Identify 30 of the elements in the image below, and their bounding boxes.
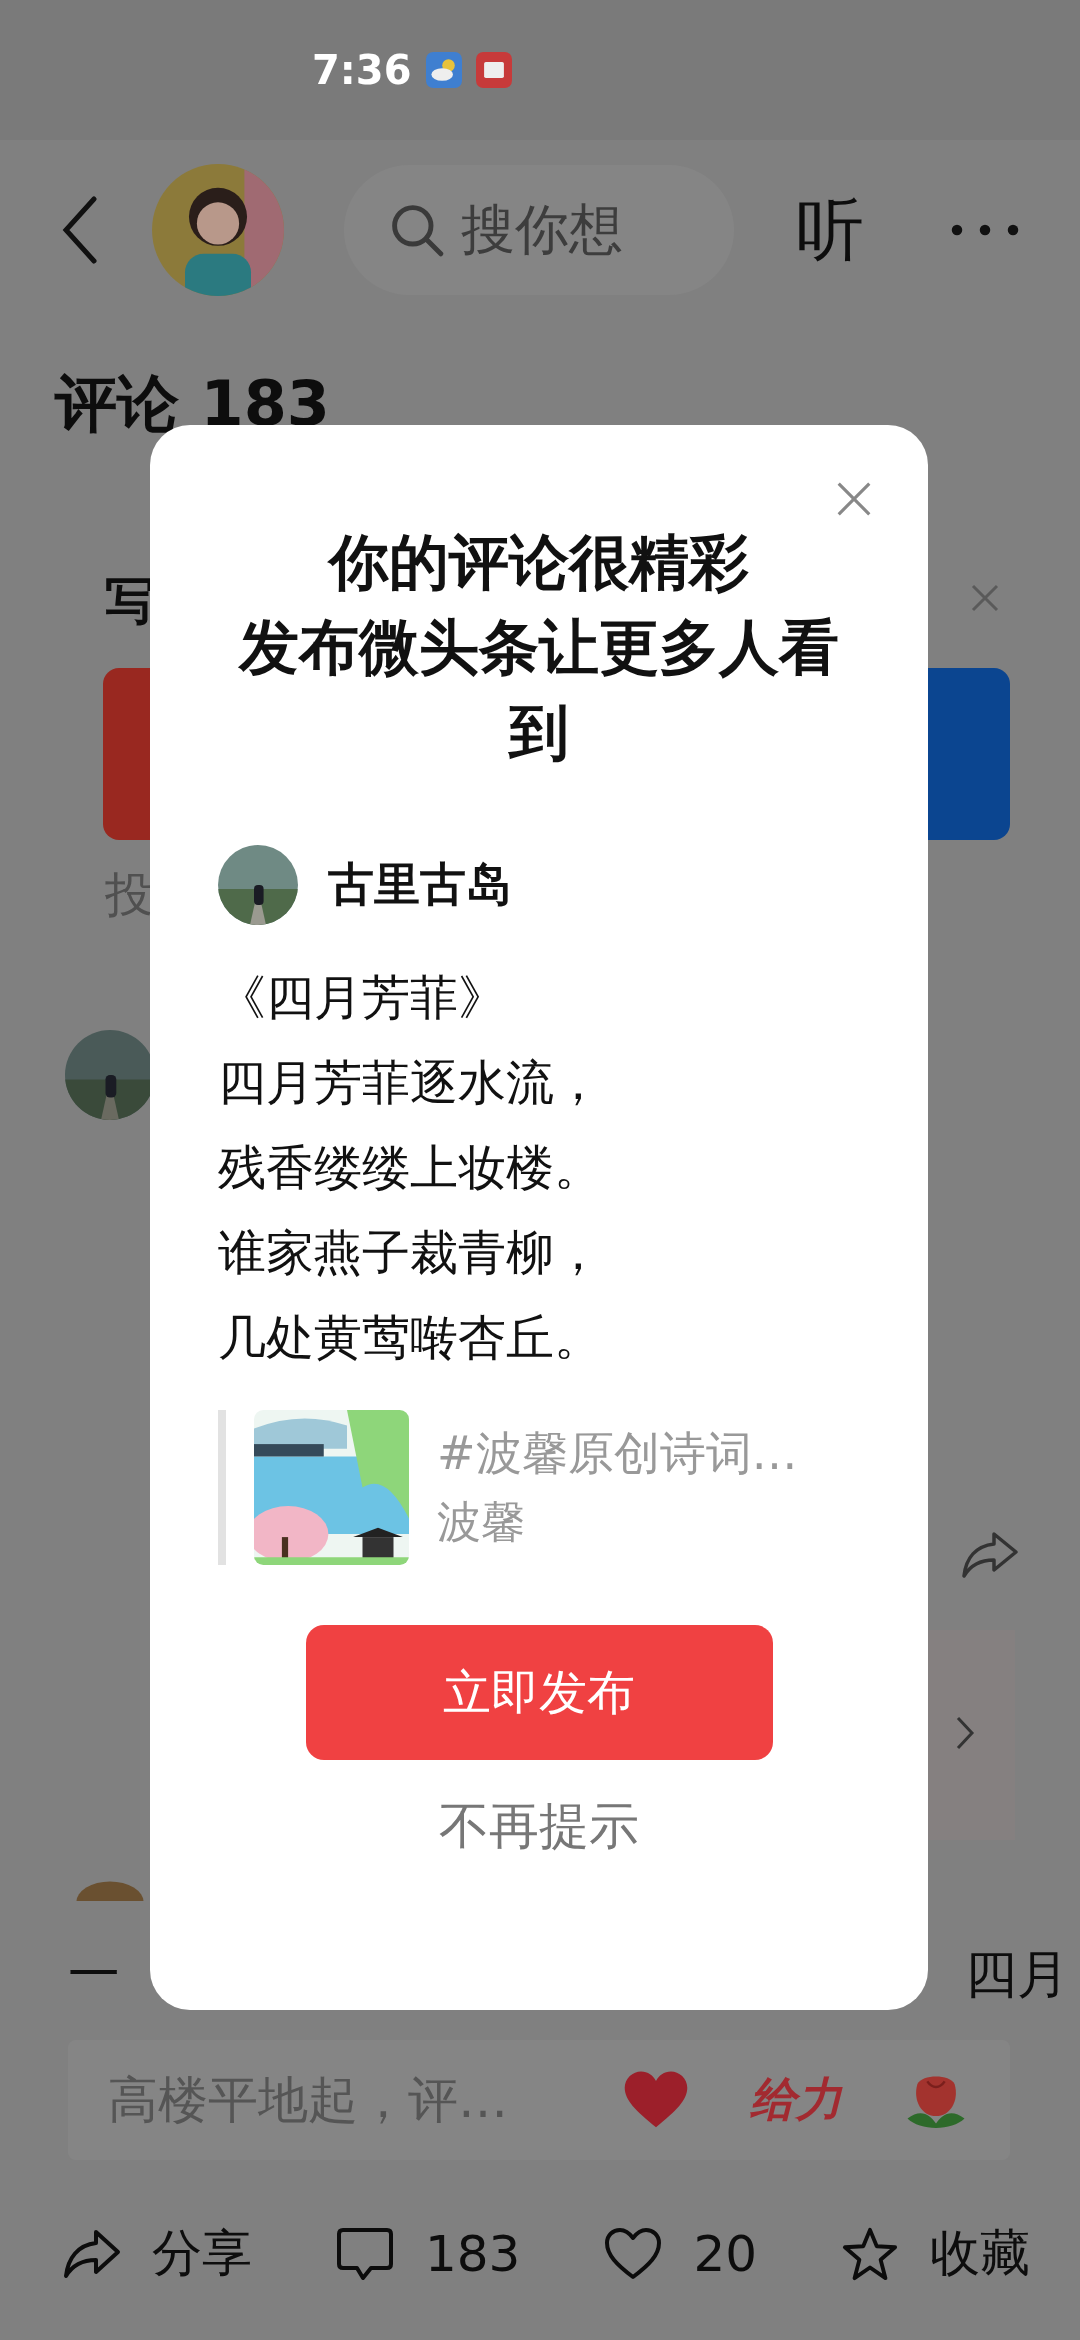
topic-card[interactable]: #波馨原创诗词… 波馨 (218, 1410, 860, 1565)
heart-icon[interactable] (603, 2225, 664, 2282)
publish-button[interactable]: 立即发布 (305, 1625, 773, 1760)
weather-icon (425, 52, 462, 88)
action-label[interactable]: 20 (693, 2224, 757, 2283)
close-icon[interactable] (836, 481, 872, 517)
status-time: 7:36 (312, 47, 412, 93)
write-label: 写 (105, 570, 155, 632)
topic-author: 波馨 (437, 1495, 526, 1549)
chevron-icon (955, 1715, 975, 1751)
action-label[interactable]: 分享 (152, 2220, 252, 2287)
back-icon[interactable] (60, 195, 100, 265)
share-icon[interactable] (960, 1530, 1020, 1580)
more-icon[interactable] (950, 223, 1020, 237)
comment-text: 四月 (965, 1943, 1069, 2006)
search-placeholder: 搜你想 (461, 196, 623, 263)
comment-icon[interactable] (334, 2225, 395, 2282)
search-icon (389, 202, 445, 258)
dialog-title: 你的评论很精彩 发布微头条让更多人看到 (237, 526, 840, 769)
search-field[interactable]: 搜你想 (344, 165, 734, 295)
comment-text: 一 (68, 1943, 120, 2006)
dismiss-button[interactable]: 不再提示 (419, 1785, 659, 1868)
listen-button[interactable]: 听 (796, 184, 864, 276)
comments-title: 评论 183 (55, 366, 330, 442)
action-label[interactable]: 183 (424, 2224, 521, 2283)
book-icon (475, 52, 512, 88)
action-label[interactable]: 收藏 (929, 2220, 1030, 2287)
topic-title: #波馨原创诗词… (437, 1425, 798, 1482)
poem-text: 《四月芳菲》 四月芳菲逐水流， 残香缕缕上妆楼。 谁家燕子裁青柳， 几处黄莺啭杏丘。 (218, 968, 603, 1367)
author-name: 古里古岛 (328, 856, 512, 913)
